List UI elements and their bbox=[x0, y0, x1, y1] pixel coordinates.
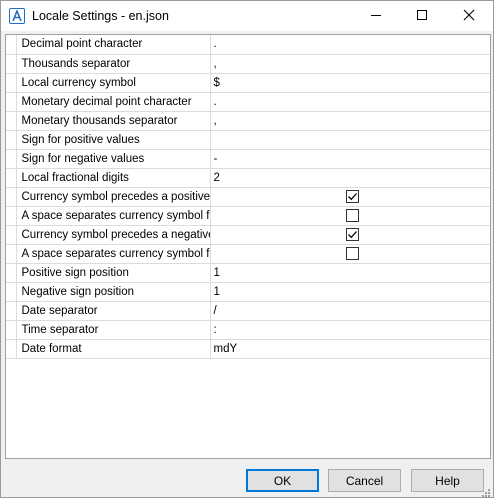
grid-row[interactable]: Decimal point character. bbox=[6, 35, 490, 55]
row-header[interactable] bbox=[6, 168, 17, 188]
setting-value[interactable]: : bbox=[210, 320, 490, 340]
row-header[interactable] bbox=[6, 187, 17, 207]
checkmark-icon bbox=[348, 231, 358, 239]
setting-label: Date separator bbox=[16, 301, 211, 321]
grid-row[interactable]: Thousands separator, bbox=[6, 54, 490, 74]
setting-checkbox[interactable] bbox=[346, 209, 360, 222]
row-header[interactable] bbox=[6, 111, 17, 131]
setting-checkbox[interactable] bbox=[346, 247, 360, 260]
row-header[interactable] bbox=[6, 282, 17, 302]
setting-label: A space separates currency symbol fr bbox=[16, 206, 211, 226]
setting-label: A space separates currency symbol fr bbox=[16, 244, 211, 264]
setting-label: Time separator bbox=[16, 320, 211, 340]
minimize-button[interactable] bbox=[353, 1, 399, 31]
row-header[interactable] bbox=[6, 339, 17, 359]
setting-value-cell[interactable] bbox=[210, 206, 490, 226]
setting-label: Currency symbol precedes a positive v bbox=[16, 187, 211, 207]
setting-label: Date format bbox=[16, 339, 211, 359]
setting-value[interactable]: 2 bbox=[210, 168, 490, 188]
grid-row[interactable]: A space separates currency symbol fr bbox=[6, 206, 490, 226]
grid-row[interactable]: Date separator / bbox=[6, 301, 490, 321]
setting-label: Decimal point character bbox=[16, 35, 211, 55]
row-header[interactable] bbox=[6, 263, 17, 283]
grid-row[interactable]: Local fractional digits 2 bbox=[6, 168, 490, 188]
setting-label: Local currency symbol bbox=[16, 73, 211, 93]
setting-value[interactable]: , bbox=[210, 111, 490, 131]
setting-value-cell[interactable] bbox=[210, 244, 490, 264]
setting-label: Thousands separator bbox=[16, 54, 211, 74]
setting-value[interactable]: / bbox=[210, 301, 490, 321]
row-header[interactable] bbox=[6, 130, 17, 150]
help-button[interactable]: Help bbox=[411, 469, 484, 492]
setting-label: Sign for positive values bbox=[16, 130, 211, 150]
row-header[interactable] bbox=[6, 92, 17, 112]
setting-value-cell[interactable] bbox=[210, 225, 490, 245]
app-icon[interactable] bbox=[9, 8, 25, 24]
grid-row[interactable]: Sign for positive values bbox=[6, 130, 490, 150]
grid-row[interactable]: Negative sign position 1 bbox=[6, 282, 490, 302]
resize-grip-icon[interactable] bbox=[481, 487, 491, 497]
row-header[interactable] bbox=[6, 244, 17, 264]
locale-settings-window: Locale Settings - en.json Decimal point … bbox=[0, 0, 494, 498]
setting-label: Monetary decimal point character bbox=[16, 92, 211, 112]
grid-row[interactable]: A space separates currency symbol fr bbox=[6, 244, 490, 264]
setting-label: Local fractional digits bbox=[16, 168, 211, 188]
settings-grid[interactable]: Decimal point character. Thousands separa… bbox=[5, 34, 491, 459]
checkmark-icon bbox=[348, 193, 358, 201]
row-header[interactable] bbox=[6, 149, 17, 169]
setting-label: Monetary thousands separator bbox=[16, 111, 211, 131]
maximize-icon bbox=[416, 9, 428, 24]
maximize-button[interactable] bbox=[399, 1, 445, 31]
setting-checkbox[interactable] bbox=[346, 190, 360, 203]
grid-row[interactable]: Positive sign position 1 bbox=[6, 263, 490, 283]
grid-row[interactable]: Time separator: bbox=[6, 320, 490, 340]
row-header[interactable] bbox=[6, 320, 17, 340]
row-header[interactable] bbox=[6, 73, 17, 93]
close-icon bbox=[463, 9, 475, 24]
minimize-icon bbox=[370, 9, 382, 24]
row-header[interactable] bbox=[6, 54, 17, 74]
grid-row[interactable]: Date format mdY bbox=[6, 339, 490, 359]
grid-row[interactable]: Currency symbol precedes a negative bbox=[6, 225, 490, 245]
ok-button[interactable]: OK bbox=[246, 469, 319, 492]
grid-row[interactable]: Local currency symbol $ bbox=[6, 73, 490, 93]
cancel-button[interactable]: Cancel bbox=[328, 469, 401, 492]
setting-label: Currency symbol precedes a negative bbox=[16, 225, 211, 245]
grid-row[interactable]: Sign for negative values - bbox=[6, 149, 490, 169]
setting-value-cell[interactable] bbox=[210, 187, 490, 207]
setting-label: Sign for negative values bbox=[16, 149, 211, 169]
setting-checkbox[interactable] bbox=[346, 228, 360, 241]
setting-label: Positive sign position bbox=[16, 263, 211, 283]
setting-value[interactable]: mdY bbox=[210, 339, 490, 359]
row-header[interactable] bbox=[6, 206, 17, 226]
grid-row[interactable]: Monetary thousands separator, bbox=[6, 111, 490, 131]
close-button[interactable] bbox=[446, 1, 492, 31]
setting-value[interactable]: 1 bbox=[210, 263, 490, 283]
row-header[interactable] bbox=[6, 35, 17, 55]
grid-row[interactable]: Currency symbol precedes a positive v bbox=[6, 187, 490, 207]
title-bar[interactable]: Locale Settings - en.json bbox=[1, 1, 493, 31]
setting-value[interactable]: . bbox=[210, 35, 490, 55]
setting-value[interactable]: . bbox=[210, 92, 490, 112]
settings-table: Decimal point character. Thousands separa… bbox=[6, 35, 490, 359]
row-header[interactable] bbox=[6, 301, 17, 321]
grid-row[interactable]: Monetary decimal point character. bbox=[6, 92, 490, 112]
setting-value[interactable]: - bbox=[210, 149, 490, 169]
setting-value[interactable]: , bbox=[210, 54, 490, 74]
window-title: Locale Settings - en.json bbox=[32, 9, 169, 23]
row-header[interactable] bbox=[6, 225, 17, 245]
setting-value[interactable]: $ bbox=[210, 73, 490, 93]
setting-value[interactable]: 1 bbox=[210, 282, 490, 302]
setting-label: Negative sign position bbox=[16, 282, 211, 302]
setting-value[interactable] bbox=[210, 130, 490, 150]
